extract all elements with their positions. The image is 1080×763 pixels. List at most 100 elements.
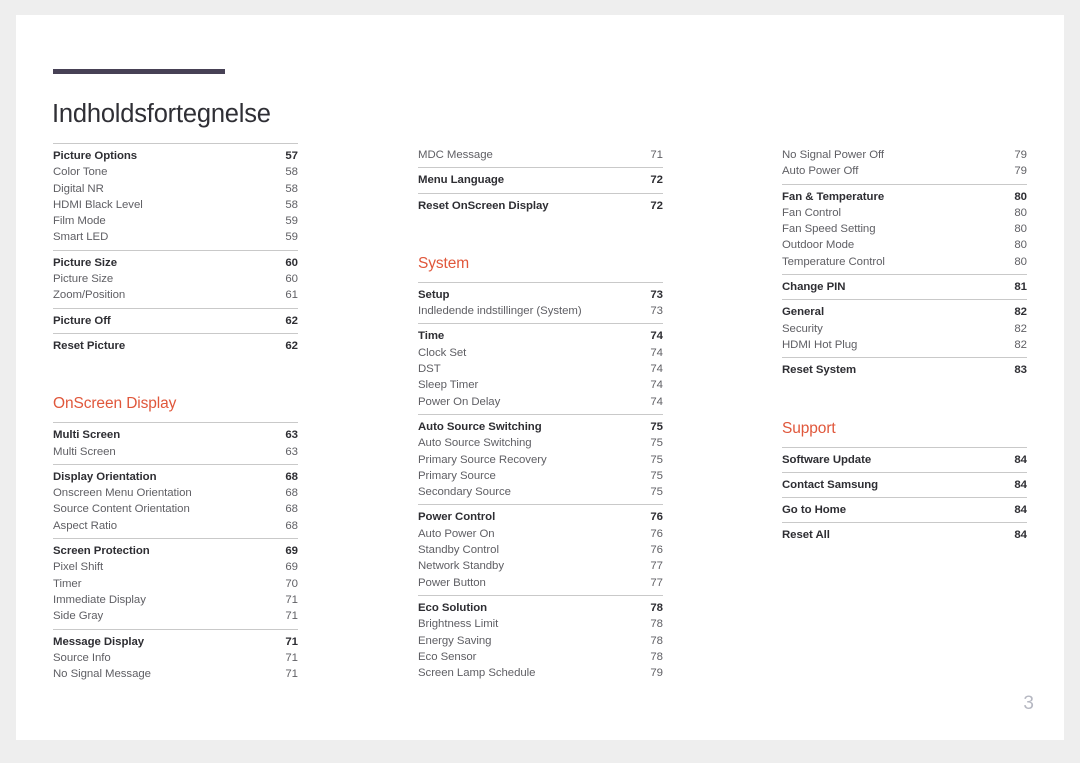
toc-entry-secondary[interactable]: No Signal Power Off 79: [782, 147, 1027, 163]
toc-entry-secondary[interactable]: HDMI Hot Plug 82: [782, 337, 1027, 353]
toc-entry-primary[interactable]: Reset All 84: [782, 527, 1027, 543]
toc-group: MDC Message 71: [418, 143, 663, 167]
toc-entry-label: Temperature Control: [782, 255, 885, 268]
toc-entry-secondary[interactable]: Indledende indstillinger (System) 73: [418, 303, 663, 319]
toc-entry-secondary[interactable]: Auto Power On 76: [418, 526, 663, 542]
toc-entry-label: Indledende indstillinger (System): [418, 305, 582, 318]
toc-entry-secondary[interactable]: Auto Source Switching 75: [418, 435, 663, 451]
toc-entry-label: Clock Set: [418, 346, 467, 359]
toc-entry-primary[interactable]: Reset System 83: [782, 362, 1027, 378]
toc-entry-secondary[interactable]: Security 82: [782, 321, 1027, 337]
toc-entry-primary[interactable]: Software Update 84: [782, 452, 1027, 468]
toc-entry-secondary[interactable]: Timer 70: [53, 576, 298, 592]
toc-entry-primary[interactable]: General 82: [782, 304, 1027, 320]
toc-entry-secondary[interactable]: Fan Control 80: [782, 205, 1027, 221]
toc-group: Menu Language 72: [418, 167, 663, 192]
toc-group: Screen Protection 69 Pixel Shift 69 Timer 70 I…: [53, 538, 298, 628]
toc-entry-secondary[interactable]: Zoom/Position 61: [53, 287, 298, 303]
toc-entry-label: Outdoor Mode: [782, 239, 855, 252]
toc-entry-secondary[interactable]: Clock Set 74: [418, 345, 663, 361]
toc-entry-primary[interactable]: Fan & Temperature 80: [782, 189, 1027, 205]
toc-entry-secondary[interactable]: Side Gray 71: [53, 608, 298, 624]
toc-entry-page: 74: [650, 395, 663, 408]
toc-entry-label: Auto Power On: [418, 527, 495, 540]
toc-entry-primary[interactable]: Message Display 71: [53, 634, 298, 650]
toc-entry-secondary[interactable]: Multi Screen 63: [53, 444, 298, 460]
toc-entry-primary[interactable]: Picture Off 62: [53, 313, 298, 329]
toc-entry-label: Source Info: [53, 651, 111, 664]
toc-entry-secondary[interactable]: Fan Speed Setting 80: [782, 221, 1027, 237]
toc-entry-label: Setup: [418, 288, 450, 301]
toc-entry-secondary[interactable]: DST 74: [418, 361, 663, 377]
toc-entry-label: Eco Sensor: [418, 650, 477, 663]
toc-entry-secondary[interactable]: Pixel Shift 69: [53, 559, 298, 575]
toc-entry-primary[interactable]: Go to Home 84: [782, 502, 1027, 518]
toc-entry-secondary[interactable]: Standby Control 76: [418, 542, 663, 558]
toc-entry-primary[interactable]: Screen Protection 69: [53, 543, 298, 559]
toc-entry-page: 74: [650, 379, 663, 392]
toc-entry-primary[interactable]: Change PIN 81: [782, 279, 1027, 295]
toc-entry-secondary[interactable]: Energy Saving 78: [418, 633, 663, 649]
toc-entry-primary[interactable]: Display Orientation 68: [53, 469, 298, 485]
toc-entry-label: DST: [418, 363, 441, 376]
toc-entry-primary[interactable]: Reset Picture 62: [53, 338, 298, 354]
toc-entry-secondary[interactable]: Film Mode 59: [53, 213, 298, 229]
toc-entry-page: 81: [1014, 281, 1027, 294]
toc-entry-label: Power On Delay: [418, 395, 501, 408]
toc-entry-label: Message Display: [53, 635, 145, 648]
toc-entry-primary[interactable]: Eco Solution 78: [418, 600, 663, 616]
toc-entry-primary[interactable]: Contact Samsung 84: [782, 477, 1027, 493]
toc-entry-secondary[interactable]: Temperature Control 80: [782, 254, 1027, 270]
toc-entry-label: Multi Screen: [53, 445, 116, 458]
toc-entry-secondary[interactable]: Brightness Limit 78: [418, 616, 663, 632]
toc-entry-label: Time: [418, 330, 445, 343]
toc-entry-secondary[interactable]: Onscreen Menu Orientation 68: [53, 485, 298, 501]
toc-entry-page: 84: [1014, 504, 1027, 517]
toc-entry-secondary[interactable]: No Signal Message 71: [53, 666, 298, 682]
toc-entry-secondary[interactable]: HDMI Black Level 58: [53, 197, 298, 213]
toc-entry-secondary[interactable]: MDC Message 71: [418, 147, 663, 163]
toc-entry-secondary[interactable]: Smart LED 59: [53, 229, 298, 245]
toc-entry-primary[interactable]: Menu Language 72: [418, 172, 663, 188]
toc-entry-page: 74: [650, 330, 663, 343]
toc-entry-primary[interactable]: Time 74: [418, 328, 663, 344]
page-number: 3: [1023, 693, 1034, 714]
toc-entry-primary[interactable]: Power Control 76: [418, 509, 663, 525]
toc-entry-page: 77: [650, 576, 663, 589]
toc-entry-page: 74: [650, 346, 663, 359]
toc-entry-page: 69: [285, 561, 298, 574]
toc-entry-secondary[interactable]: Screen Lamp Schedule 79: [418, 665, 663, 681]
toc-entry-label: Aspect Ratio: [53, 519, 117, 532]
toc-entry-secondary[interactable]: Secondary Source 75: [418, 484, 663, 500]
toc-entry-primary[interactable]: Setup 73: [418, 287, 663, 303]
toc-entry-primary[interactable]: Picture Options 57: [53, 148, 298, 164]
toc-entry-secondary[interactable]: Sleep Timer 74: [418, 377, 663, 393]
toc-entry-label: Smart LED: [53, 231, 109, 244]
toc-entry-label: Brightness Limit: [418, 618, 499, 631]
toc-entry-primary[interactable]: Multi Screen 63: [53, 427, 298, 443]
toc-entry-primary[interactable]: Picture Size 60: [53, 255, 298, 271]
toc-entry-secondary[interactable]: Immediate Display 71: [53, 592, 298, 608]
toc-entry-secondary[interactable]: Primary Source 75: [418, 468, 663, 484]
toc-group: Picture Options 57 Color Tone 58 Digital NR 5…: [53, 143, 298, 250]
toc-group: Power Control 76 Auto Power On 76 Standby Co…: [418, 504, 663, 594]
toc-entry-secondary[interactable]: Picture Size 60: [53, 271, 298, 287]
toc-entry-secondary[interactable]: Auto Power Off 79: [782, 163, 1027, 179]
toc-entry-secondary[interactable]: Power Button 77: [418, 575, 663, 591]
toc-entry-primary[interactable]: Auto Source Switching 75: [418, 419, 663, 435]
toc-entry-secondary[interactable]: Primary Source Recovery 75: [418, 452, 663, 468]
toc-entry-secondary[interactable]: Source Info 71: [53, 650, 298, 666]
toc-entry-label: Zoom/Position: [53, 289, 126, 302]
toc-entry-secondary[interactable]: Network Standby 77: [418, 558, 663, 574]
toc-entry-secondary[interactable]: Outdoor Mode 80: [782, 237, 1027, 253]
toc-entry-secondary[interactable]: Eco Sensor 78: [418, 649, 663, 665]
toc-entry-label: Fan Speed Setting: [782, 223, 876, 236]
toc-entry-page: 76: [650, 527, 663, 540]
toc-entry-primary[interactable]: Reset OnScreen Display 72: [418, 198, 663, 214]
toc-entry-secondary[interactable]: Color Tone 58: [53, 164, 298, 180]
toc-entry-secondary[interactable]: Digital NR 58: [53, 181, 298, 197]
toc-entry-secondary[interactable]: Aspect Ratio 68: [53, 518, 298, 534]
toc-entry-secondary[interactable]: Power On Delay 74: [418, 394, 663, 410]
toc-entry-secondary[interactable]: Source Content Orientation 68: [53, 501, 298, 517]
toc-group: Picture Size 60 Picture Size 60 Zoom/Positio…: [53, 249, 298, 308]
